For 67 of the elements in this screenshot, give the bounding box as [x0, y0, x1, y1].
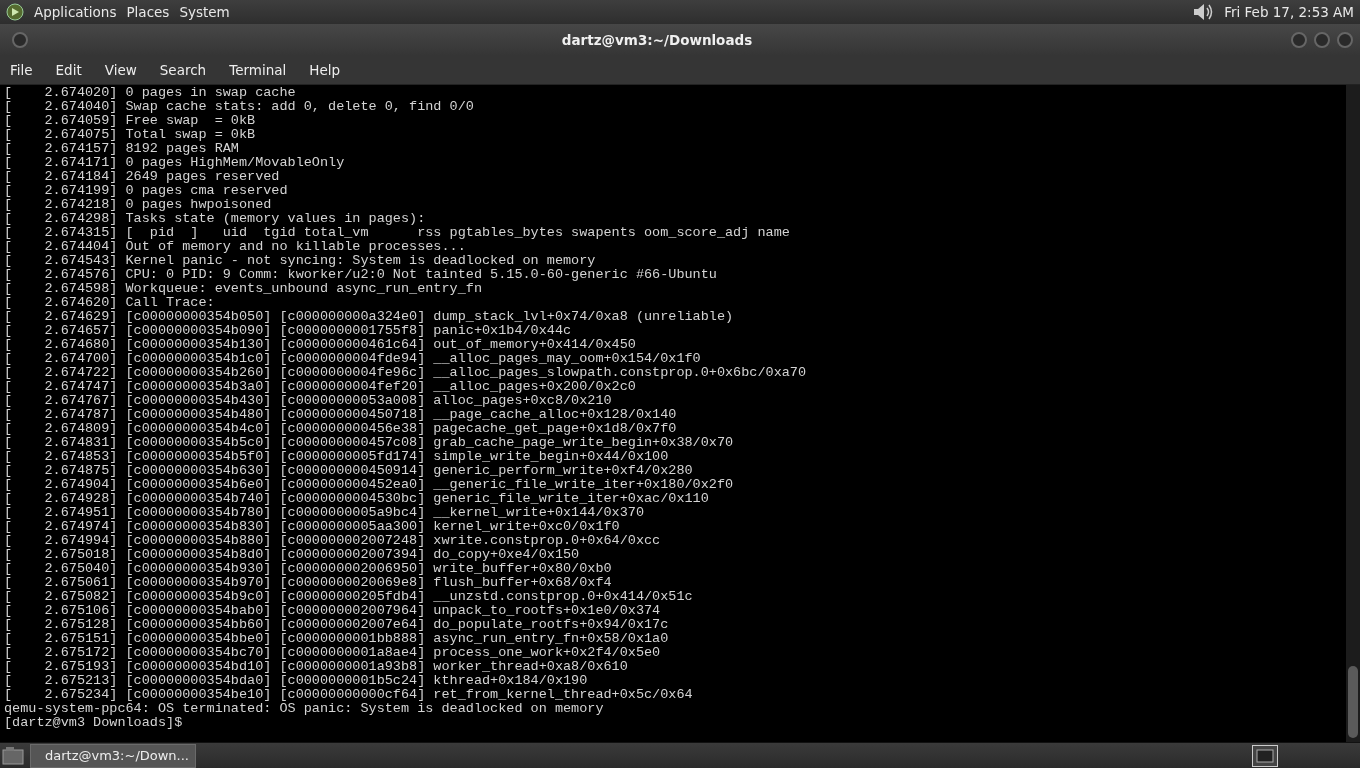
- window-menu-button[interactable]: [11, 31, 29, 49]
- clock[interactable]: Fri Feb 17, 2:53 AM: [1224, 4, 1354, 20]
- show-desktop-icon[interactable]: [2, 745, 24, 766]
- terminal-line: [ 2.674853] [c00000000354b5f0] [c0000000005fd174] simple_write_begin+0x44/0x100: [4, 450, 670, 464]
- terminal-line: [ 2.675213] [c00000000354bda0] [c0000000001b5c24] kthread+0x184/0x190: [4, 674, 589, 688]
- terminal-line: [ 2.675193] [c00000000354bd10] [c0000000001a93b8] worker_thread+0xa8/0x610: [4, 660, 629, 674]
- panel-menu[interactable]: Applications: [34, 4, 117, 20]
- scrollbar[interactable]: [1346, 85, 1360, 742]
- terminal-line: [ 2.674543] Kernel panic - not syncing: System is deadlocked on memory: [4, 254, 597, 268]
- speaker-icon[interactable]: [1192, 2, 1215, 22]
- terminal-line: [ 2.674040] Swap cache stats: add 0, delete 0, find 0/0: [4, 100, 475, 114]
- terminal-line: [dartz@vm3 Downloads]$: [4, 716, 184, 730]
- menu-item[interactable]: Edit: [55, 62, 82, 78]
- logo-icon[interactable]: [6, 3, 24, 21]
- terminal-line: [ 2.674700] [c00000000354b1c0] [c0000000004fde94] __alloc_pages_may_oom+0x154/0x1f0: [4, 352, 702, 366]
- terminal-line: [ 2.674809] [c00000000354b4c0] [c000000000456e38] pagecache_get_page+0x1d8/0x7f0: [4, 422, 678, 436]
- terminal-line: [ 2.674199] 0 pages cma reserved: [4, 184, 289, 198]
- task-button[interactable]: dartz@vm3:~/Down...: [30, 743, 196, 768]
- terminal-line: [ 2.674404] Out of memory and no killable processes...: [4, 240, 467, 254]
- terminal-line: [ 2.675234] [c00000000354be10] [c00000000000cf64] ret_from_kernel_thread+0x5c/0x64: [4, 688, 694, 702]
- terminal-line: [ 2.674680] [c00000000354b130] [c000000000461c64] out_of_memory+0x414/0x450: [4, 338, 637, 352]
- terminal-line: [ 2.674059] Free swap = 0kB: [4, 114, 257, 128]
- terminal-line: [ 2.674657] [c00000000354b090] [c0000000001755f8] panic+0x1b4/0x44c: [4, 324, 573, 338]
- menu-item[interactable]: View: [104, 62, 137, 78]
- terminal-line: [ 2.674598] Workqueue: events_unbound async_run_entry_fn: [4, 282, 483, 296]
- terminal-line: [ 2.675151] [c00000000354bbe0] [c0000000001bb888] async_run_entry_fn+0x58/0x1a0: [4, 632, 670, 646]
- terminal-line: [ 2.674298] Tasks state (memory values in pages):: [4, 212, 427, 226]
- terminal-line: [ 2.674171] 0 pages HighMem/MovableOnly: [4, 156, 346, 170]
- terminal-line: [ 2.674218] 0 pages hwpoisoned: [4, 198, 273, 212]
- terminal-line: [ 2.675082] [c00000000354b9c0] [c00000000205fdb4] __unzstd.constprop.0+0x414/0x51c: [4, 590, 694, 604]
- terminal-line: [ 2.675172] [c00000000354bc70] [c0000000001a8ae4] process_one_work+0x2f4/0x5e0: [4, 646, 662, 660]
- menu-item[interactable]: File: [10, 62, 33, 78]
- terminal-line: [ 2.674075] Total swap = 0kB: [4, 128, 257, 142]
- menu-item[interactable]: Help: [309, 62, 341, 78]
- minimize-button[interactable]: [1290, 31, 1308, 49]
- terminal-line: [ 2.675061] [c00000000354b970] [c0000000020069e8] flush_buffer+0x68/0xf4: [4, 576, 613, 590]
- terminal-line: [ 2.674951] [c00000000354b780] [c0000000005a9bc4] __kernel_write+0x144/0x370: [4, 506, 645, 520]
- terminal-line: [ 2.674994] [c00000000354b880] [c000000002007248] xwrite.constprop.0+0x64/0xcc: [4, 534, 662, 548]
- terminal-line: [ 2.674576] CPU: 0 PID: 9 Comm: kworker/u2:0 Not tainted 5.15.0-60-generic #66-Ubuntu: [4, 268, 718, 282]
- terminal-line: [ 2.674875] [c00000000354b630] [c000000000450914] generic_perform_write+0xf4/0x280: [4, 464, 694, 478]
- terminal-line: [ 2.674629] [c00000000354b050] [c000000000a324e0] dump_stack_lvl+0x74/0xa8 (unreliable): [4, 310, 735, 324]
- menu-item[interactable]: Search: [159, 62, 207, 78]
- terminal-line: [ 2.674904] [c00000000354b6e0] [c000000000452ea0] __generic_file_write_iter+0x180/0x2f0: [4, 478, 735, 492]
- terminal-line: [ 2.674767] [c00000000354b430] [c00000000053a008] alloc_pages+0xc8/0x210: [4, 394, 613, 408]
- terminal-line: [ 2.674787] [c00000000354b480] [c000000000450718] __page_cache_alloc+0x128/0x140: [4, 408, 678, 422]
- maximize-button[interactable]: [1313, 31, 1331, 49]
- terminal-line: [ 2.674184] 2649 pages reserved: [4, 170, 281, 184]
- panel-menu[interactable]: Places: [126, 4, 170, 20]
- terminal-line: [ 2.675018] [c00000000354b8d0] [c000000002007394] do_copy+0xe4/0x150: [4, 548, 581, 562]
- window-title: dartz@vm3:~/Downloads: [560, 32, 754, 48]
- terminal-line: [ 2.674157] 8192 pages RAM: [4, 142, 240, 156]
- terminal-line: qemu-system-ppc64: OS terminated: OS panic: System is deadlocked on memory: [4, 702, 605, 716]
- panel-menu[interactable]: System: [179, 4, 230, 20]
- close-button[interactable]: [1336, 31, 1354, 49]
- menu-item[interactable]: Terminal: [229, 62, 287, 78]
- terminal-line: [ 2.674620] Call Trace:: [4, 296, 216, 310]
- terminal-line: [ 2.674020] 0 pages in swap cache: [4, 86, 297, 100]
- terminal-line: [ 2.674831] [c00000000354b5c0] [c000000000457c08] grab_cache_page_write_begin+0x38/0x70: [4, 436, 735, 450]
- terminal-line: [ 2.674928] [c00000000354b740] [c0000000004530bc] generic_file_write_iter+0xac/0x110: [4, 492, 710, 506]
- terminal-line: [ 2.674974] [c00000000354b830] [c0000000005aa300] kernel_write+0xc0/0x1f0: [4, 520, 621, 534]
- terminal-line: [ 2.675040] [c00000000354b930] [c000000002006950] write_buffer+0x80/0xb0: [4, 562, 613, 576]
- terminal-line: [ 2.674722] [c00000000354b260] [c0000000004fe96c] __alloc_pages_slowpath.constprop.0+0x6bc/0xa70: [4, 366, 808, 380]
- workspace-switcher-icon[interactable]: [1252, 744, 1278, 767]
- terminal-line: [ 2.674747] [c00000000354b3a0] [c0000000004fef20] __alloc_pages+0x200/0x2c0: [4, 380, 637, 394]
- terminal-line: [ 2.674315] [ pid ] uid tgid total_vm rss pgtables_bytes swapents oom_score_adj name: [4, 226, 791, 240]
- terminal-line: [ 2.675128] [c00000000354bb60] [c000000002007e64] do_populate_rootfs+0x94/0x17c: [4, 618, 670, 632]
- terminal-line: [ 2.675106] [c00000000354bab0] [c000000002007964] unpack_to_rootfs+0x1e0/0x374: [4, 604, 662, 618]
